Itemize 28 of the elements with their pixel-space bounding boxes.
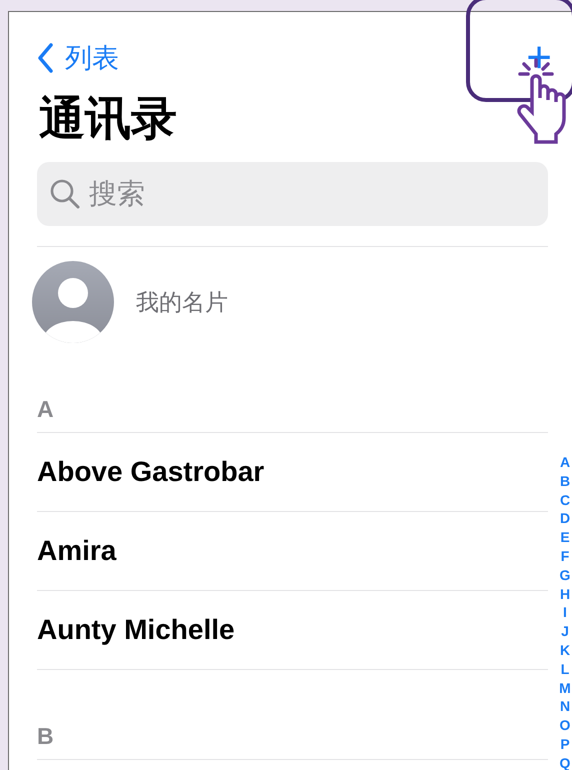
contact-name[interactable]: Aunty Michelle	[37, 614, 235, 646]
contact-name[interactable]: Amira	[37, 535, 116, 567]
avatar-icon	[32, 261, 114, 343]
index-letter[interactable]: G	[560, 566, 570, 585]
back-button[interactable]: 列表	[37, 40, 119, 76]
index-letter[interactable]: H	[560, 584, 570, 604]
search-icon	[49, 178, 81, 210]
chevron-left-icon	[37, 43, 53, 73]
my-card-label[interactable]: 我的名片	[136, 286, 228, 318]
index-letter[interactable]: I	[563, 603, 567, 622]
index-letter[interactable]: P	[560, 734, 570, 754]
contact-name[interactable]: Above Gastrobar	[37, 456, 264, 488]
index-letter[interactable]: A	[560, 453, 570, 472]
index-letter[interactable]: E	[560, 528, 570, 547]
index-letter[interactable]: J	[561, 622, 569, 641]
index-letter[interactable]: F	[560, 546, 570, 566]
index-letter[interactable]: D	[560, 509, 570, 528]
index-letter[interactable]: N	[560, 697, 570, 716]
page-title: 通讯录	[39, 91, 178, 146]
index-letter[interactable]: M	[559, 678, 571, 698]
index-letter[interactable]: O	[560, 716, 570, 735]
index-letter[interactable]: L	[560, 660, 570, 679]
index-letter[interactable]: K	[560, 640, 570, 660]
section-header: B	[37, 722, 55, 751]
search-field[interactable]: 搜索	[37, 162, 548, 226]
index-letter[interactable]: C	[560, 490, 570, 510]
index-letter[interactable]: B	[560, 472, 570, 491]
section-header: A	[37, 395, 55, 424]
